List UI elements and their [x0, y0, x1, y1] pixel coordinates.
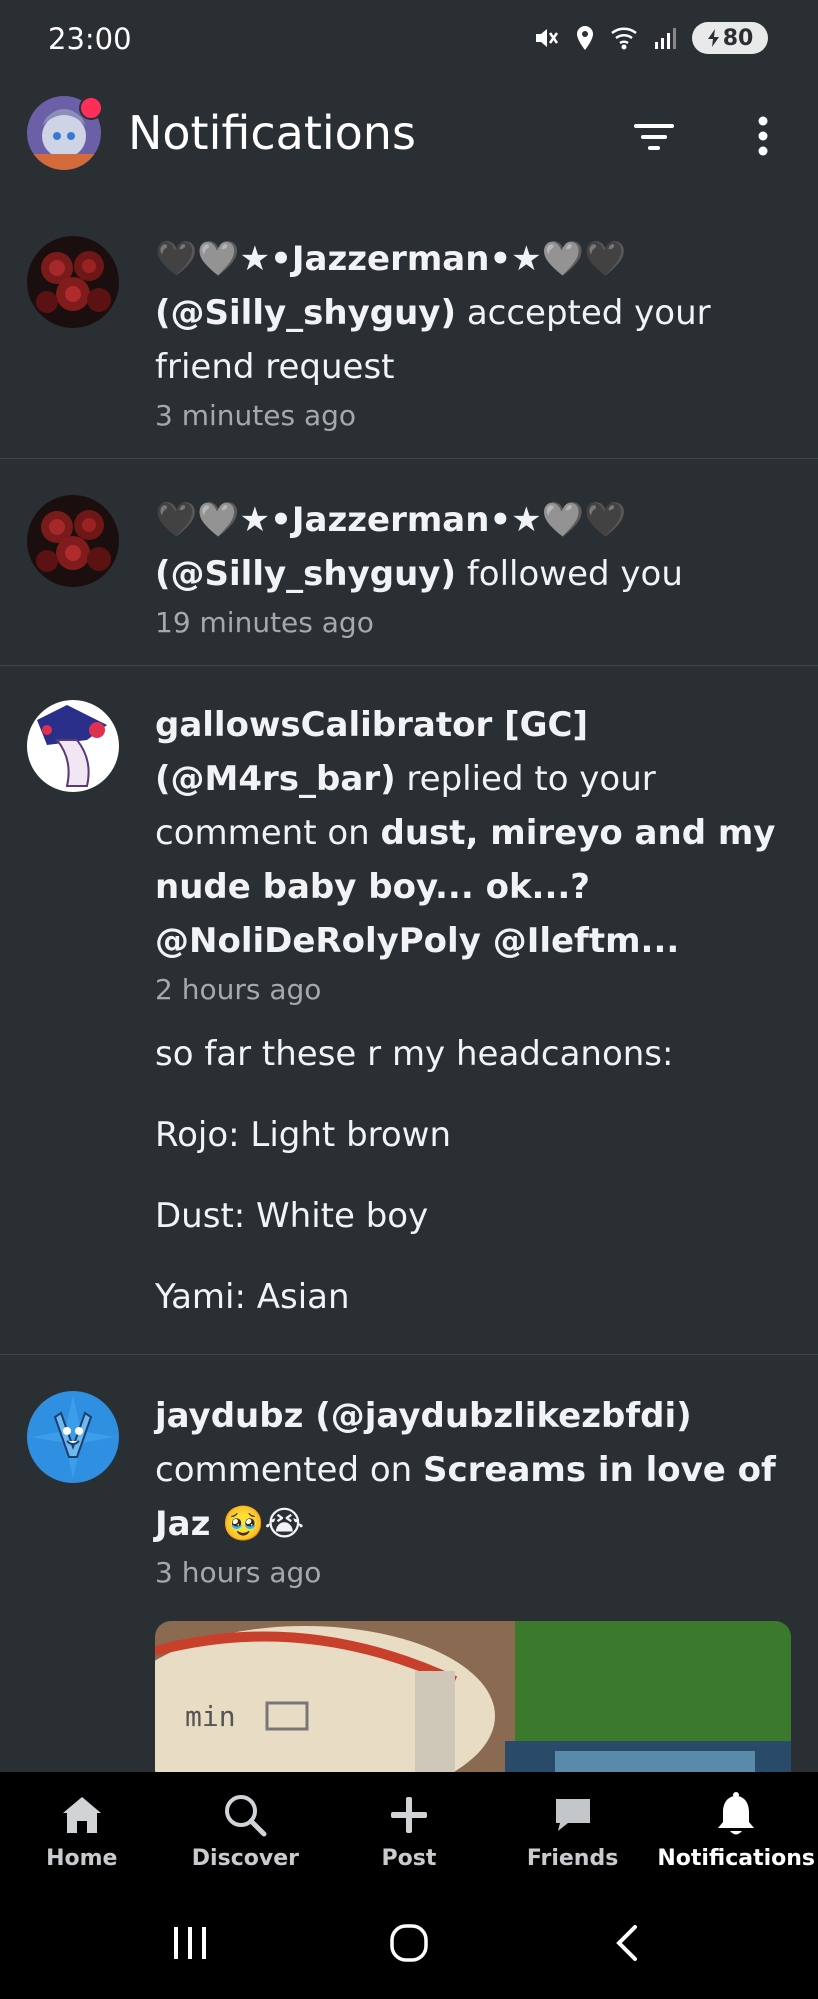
nav-label: Friends	[526, 1846, 619, 1871]
user-display-name[interactable]: 🖤🩶★•Jazzerman•★🩶🖤	[155, 500, 626, 540]
user-avatar[interactable]	[27, 495, 119, 587]
back-icon[interactable]	[608, 1923, 648, 1967]
notification-text: 🖤🩶★•Jazzerman•★🩶🖤 (@Silly_shyguy) accept…	[155, 218, 778, 436]
more-vert-icon	[758, 116, 768, 156]
notification-feed: 🖤🩶★•Jazzerman•★🩶🖤 (@Silly_shyguy) accept…	[0, 218, 818, 1811]
notification-dot	[79, 96, 103, 120]
notification-text: gallowsCalibrator [GC] (@M4rs_bar) repli…	[155, 666, 778, 1317]
nav-label: Discover	[191, 1846, 299, 1871]
nav-label: Post	[381, 1846, 437, 1871]
bottom-navigation: Home Discover Post Friends Notifications	[0, 1772, 818, 1890]
charging-icon	[707, 29, 719, 47]
notification-item[interactable]: gallowsCalibrator [GC] (@M4rs_bar) repli…	[0, 666, 818, 1355]
notification-time: 3 minutes ago	[155, 399, 357, 432]
battery-indicator: 80	[692, 22, 768, 54]
mute-icon	[532, 24, 560, 52]
comment-preview[interactable]: so far these r my headcanons: Rojo: Ligh…	[155, 1034, 778, 1317]
chat-icon	[552, 1790, 594, 1840]
home-circle-icon[interactable]	[389, 1923, 429, 1967]
user-handle[interactable]: (@Silly_shyguy)	[155, 293, 456, 333]
notification-item[interactable]: jaydubz (@jaydubzlikezbfdi) commented on…	[0, 1355, 818, 1811]
search-icon	[222, 1790, 268, 1840]
notification-time: 2 hours ago	[155, 973, 322, 1006]
nav-label: Home	[46, 1846, 118, 1871]
nav-label: Notifications	[657, 1846, 816, 1871]
notification-action: commented on	[155, 1450, 423, 1490]
user-handle[interactable]: (@Silly_shyguy)	[155, 554, 456, 594]
filter-icon	[634, 124, 674, 150]
user-handle[interactable]: (@M4rs_bar)	[155, 759, 396, 799]
status-icons: 80	[532, 22, 768, 54]
profile-avatar[interactable]	[27, 96, 103, 170]
wifi-icon	[610, 25, 640, 51]
more-options-button[interactable]	[745, 112, 781, 162]
comment-line: Dust: White boy	[155, 1196, 429, 1236]
nav-discover[interactable]: Discover	[164, 1772, 328, 1890]
bell-icon	[715, 1790, 757, 1840]
thumbnail-text: min	[185, 1700, 236, 1733]
home-icon	[61, 1790, 103, 1840]
comment-line: Rojo: Light brown	[155, 1115, 452, 1155]
user-avatar[interactable]	[27, 236, 119, 328]
user-avatar[interactable]	[27, 700, 119, 792]
nav-notifications[interactable]: Notifications	[654, 1772, 818, 1890]
system-navigation-bar	[0, 1890, 818, 1999]
notification-action: followed you	[456, 554, 683, 594]
comment-line: Yami: Asian	[155, 1277, 350, 1317]
nav-home[interactable]: Home	[0, 1772, 164, 1890]
user-display-name[interactable]: gallowsCalibrator [GC]	[155, 705, 588, 745]
nav-post[interactable]: Post	[327, 1772, 491, 1890]
page-title: Notifications	[128, 106, 416, 160]
notification-text: 🖤🩶★•Jazzerman•★🩶🖤 (@Silly_shyguy) follow…	[155, 459, 778, 643]
plus-icon	[389, 1790, 429, 1840]
notification-text: jaydubz (@jaydubzlikezbfdi) commented on…	[155, 1355, 778, 1593]
notification-item[interactable]: 🖤🩶★•Jazzerman•★🩶🖤 (@Silly_shyguy) follow…	[0, 459, 818, 666]
recents-icon[interactable]	[170, 1923, 210, 1967]
user-display-name[interactable]: jaydubz (@jaydubzlikezbfdi)	[155, 1396, 692, 1436]
filter-button[interactable]	[628, 112, 680, 162]
status-time: 23:00	[48, 22, 132, 56]
user-avatar[interactable]	[27, 1391, 119, 1483]
nav-friends[interactable]: Friends	[491, 1772, 655, 1890]
location-icon	[574, 24, 596, 52]
app-bar: Notifications	[0, 86, 818, 190]
notification-time: 3 hours ago	[155, 1556, 322, 1589]
user-display-name[interactable]: 🖤🩶★•Jazzerman•★🩶🖤	[155, 239, 626, 279]
battery-level: 80	[722, 25, 754, 51]
notification-time: 19 minutes ago	[155, 606, 374, 639]
signal-icon	[654, 26, 678, 50]
comment-line: so far these r my headcanons:	[155, 1034, 674, 1074]
notification-item[interactable]: 🖤🩶★•Jazzerman•★🩶🖤 (@Silly_shyguy) accept…	[0, 218, 818, 459]
status-bar: 23:00 80	[0, 0, 818, 86]
